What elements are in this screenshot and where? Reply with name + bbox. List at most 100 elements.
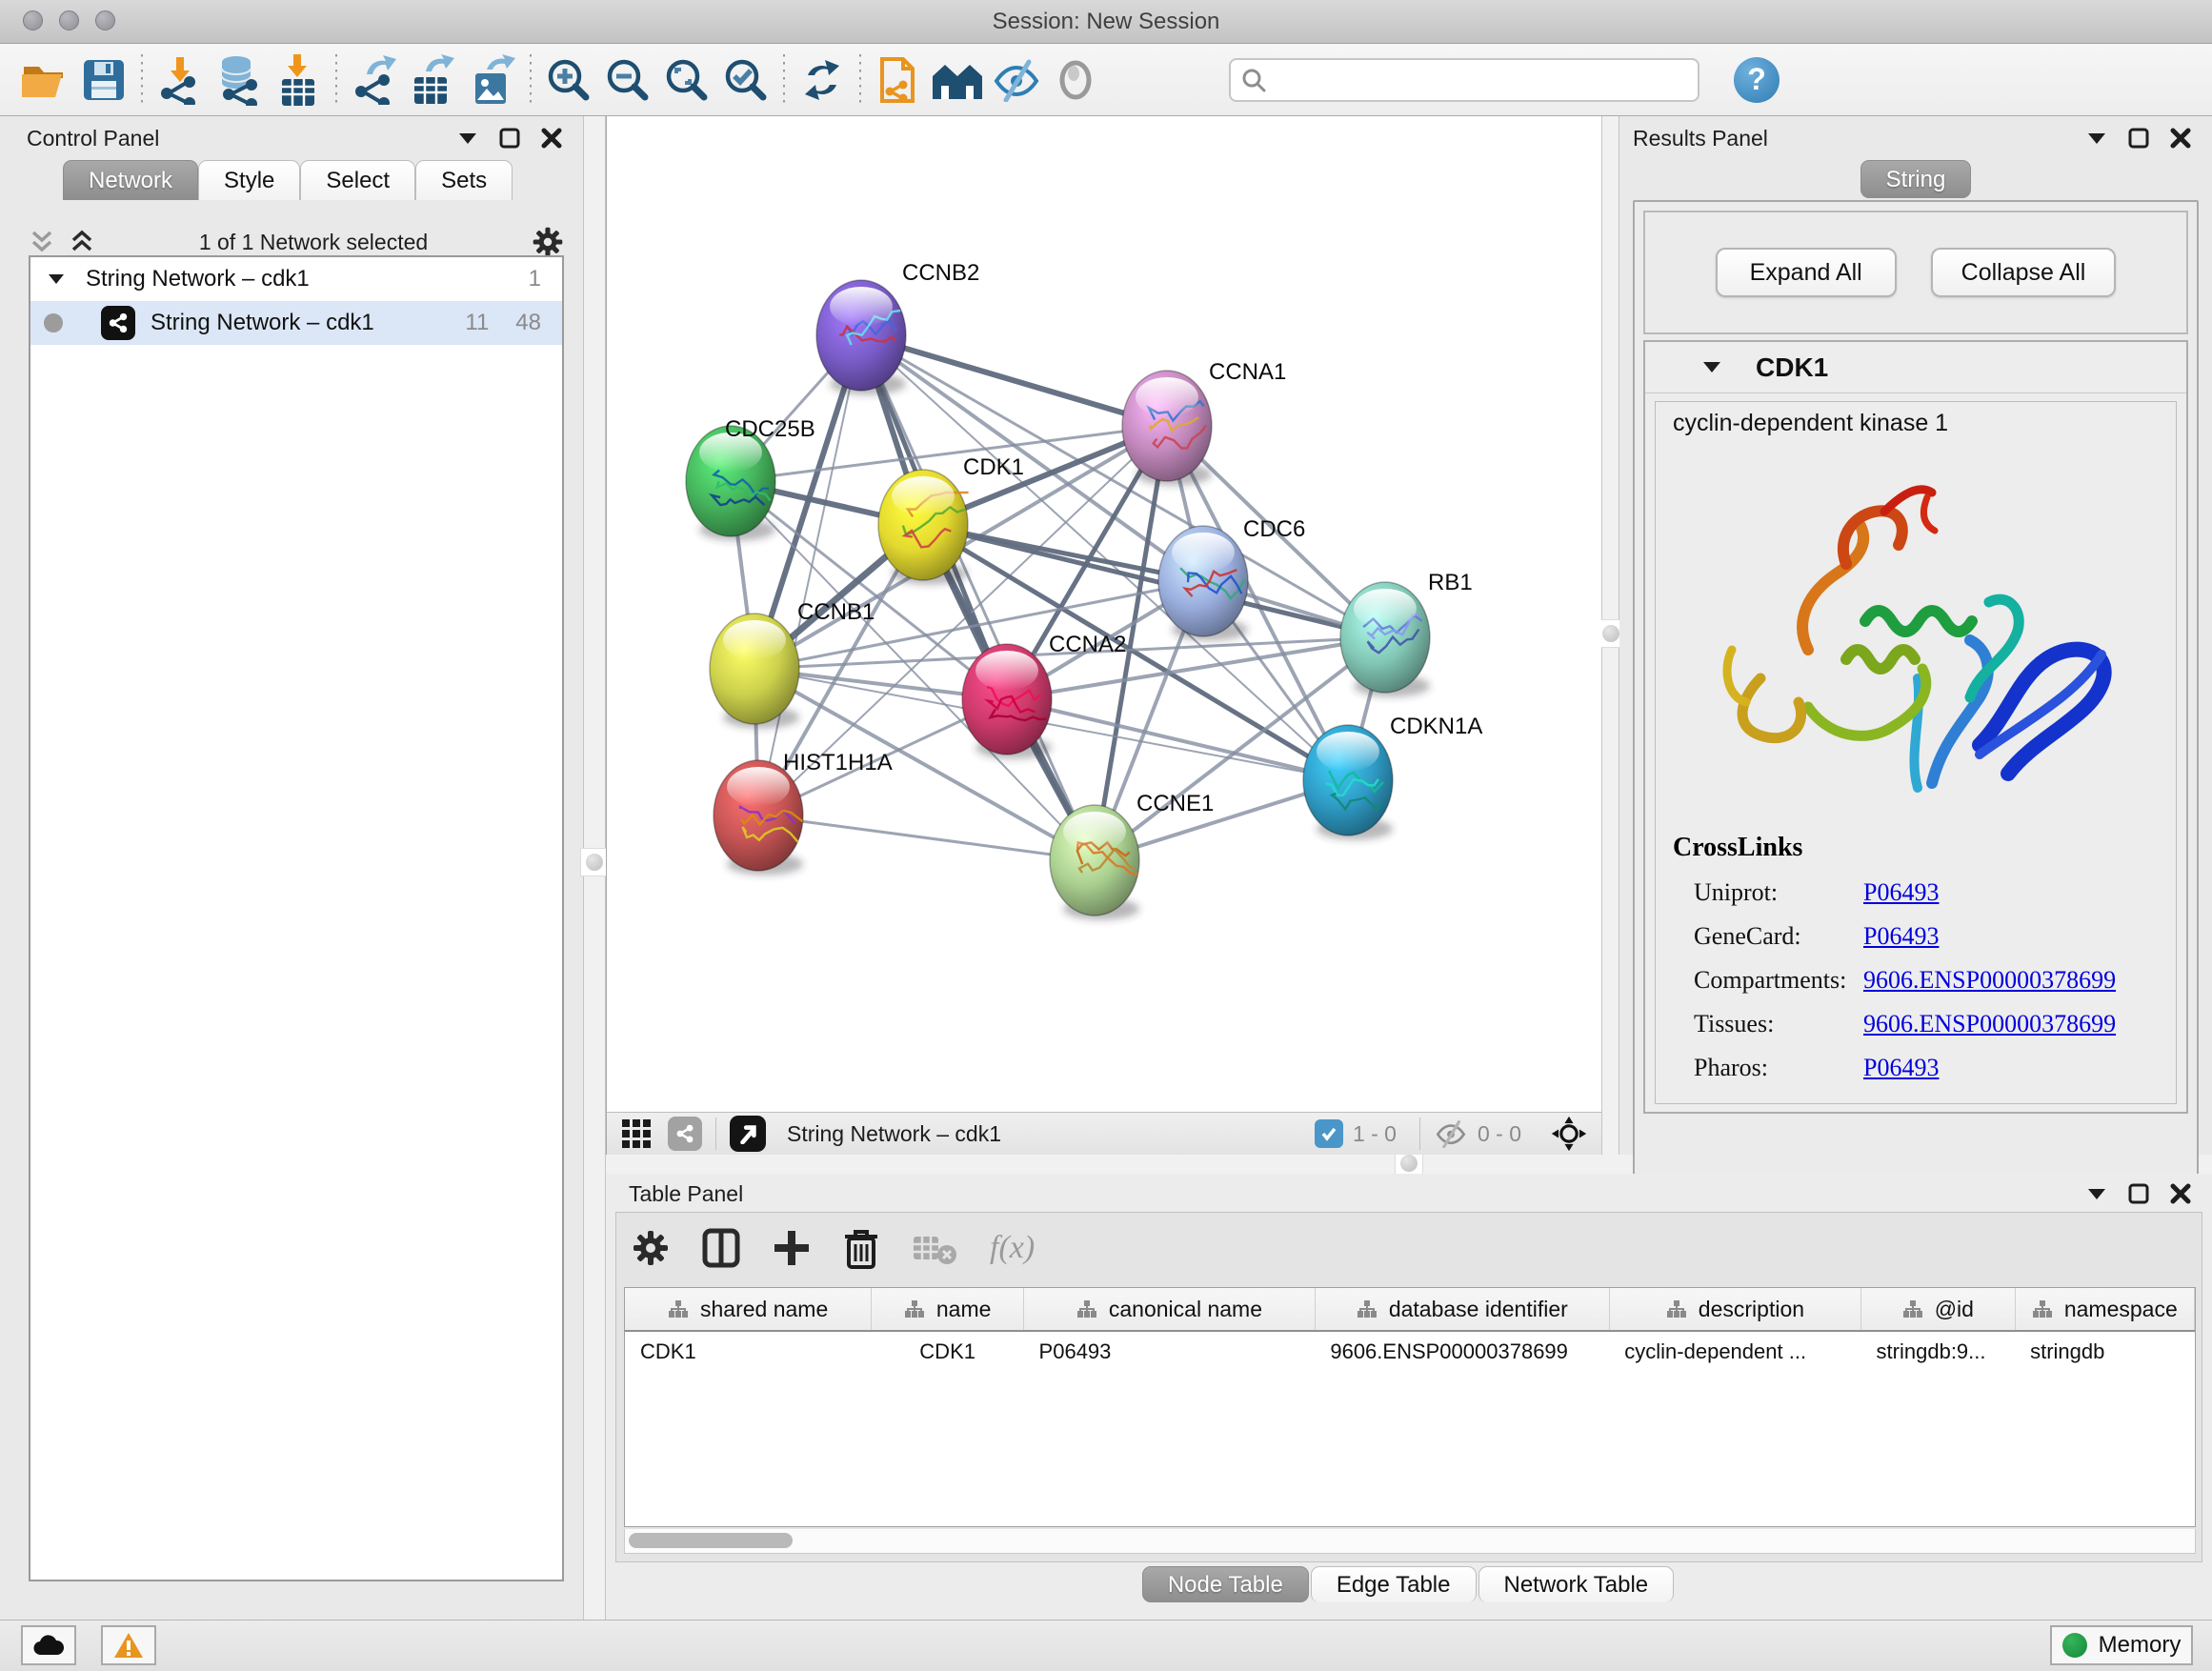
tab-node-table[interactable]: Node Table <box>1142 1566 1309 1602</box>
network-edge[interactable] <box>861 335 1095 860</box>
network-node-RB1[interactable]: RB1 <box>1340 570 1473 697</box>
zoom-selected-button[interactable] <box>716 53 775 107</box>
network-edge[interactable] <box>758 335 861 815</box>
add-column-icon[interactable] <box>773 1229 811 1267</box>
left-splitter-handle[interactable] <box>580 848 609 876</box>
zoom-out-button[interactable] <box>598 53 657 107</box>
close-panel-icon[interactable] <box>2170 1183 2191 1204</box>
crosslink-link[interactable]: P06493 <box>1863 922 1939 951</box>
close-panel-icon[interactable] <box>2170 128 2191 149</box>
tree-expand-icon[interactable] <box>48 273 65 285</box>
maximize-panel-icon[interactable] <box>2128 1183 2149 1204</box>
show-columns-icon[interactable] <box>702 1228 740 1268</box>
network-badge-gray[interactable] <box>668 1117 702 1151</box>
string-protocols-button[interactable] <box>869 53 928 107</box>
crosslink-link[interactable]: P06493 <box>1863 878 1939 907</box>
float-panel-icon[interactable] <box>457 131 478 145</box>
gene-header[interactable]: CDK1 <box>1645 342 2186 393</box>
help-button[interactable]: ? <box>1734 57 1780 103</box>
crosslink-link[interactable]: 9606.ENSP00000378699 <box>1863 966 2116 995</box>
table-row[interactable]: CDK1CDK1P064939606.ENSP00000378699cyclin… <box>625 1331 2195 1371</box>
tab-string-results[interactable]: String <box>1860 160 1972 198</box>
expand-all-icon[interactable] <box>69 230 95 254</box>
scrollbar-thumb[interactable] <box>629 1533 793 1548</box>
network-collection-row[interactable]: String Network – cdk1 1 <box>30 257 562 301</box>
import-network-database-button[interactable] <box>210 53 269 107</box>
expand-all-button[interactable]: Expand All <box>1716 248 1897 297</box>
table-cell[interactable]: 9606.ENSP00000378699 <box>1315 1331 1609 1371</box>
refresh-button[interactable] <box>793 53 852 107</box>
network-node-CCNE1[interactable]: CCNE1 <box>1050 791 1214 920</box>
network-canvas[interactable]: CCNB2CCNA1CDC25BCDK1CDC6RB1CCNB1CCNA2CDK… <box>607 116 1601 1112</box>
left-splitter[interactable] <box>583 116 606 1620</box>
network-edge[interactable] <box>861 335 1167 426</box>
crosslink-link[interactable]: 9606.ENSP00000378699 <box>1863 1010 2116 1038</box>
selected-nodes-checkbox[interactable] <box>1315 1119 1343 1148</box>
crosslink-link[interactable]: P06493 <box>1863 1054 1939 1082</box>
table-horizontal-scrollbar[interactable] <box>624 1529 2196 1554</box>
home-databases-button[interactable] <box>928 53 987 107</box>
column-header-description[interactable]: description <box>1609 1288 1860 1331</box>
collapse-all-button[interactable]: Collapse All <box>1931 248 2117 297</box>
network-node-CDK1[interactable]: CDK1 <box>878 454 1024 585</box>
tab-edge-table[interactable]: Edge Table <box>1311 1566 1477 1602</box>
column-header-namespace[interactable]: namespace <box>2015 1288 2194 1331</box>
float-panel-icon[interactable] <box>2086 1187 2107 1200</box>
column-header-canonical-name[interactable]: canonical name <box>1024 1288 1316 1331</box>
network-node-CCNA1[interactable]: CCNA1 <box>1122 359 1286 486</box>
grid-view-icon[interactable] <box>620 1117 653 1150</box>
warnings-button[interactable] <box>101 1625 156 1665</box>
table-options-gear-icon[interactable] <box>632 1229 670 1267</box>
collapse-all-icon[interactable] <box>29 230 55 254</box>
delete-trash-icon[interactable] <box>843 1227 879 1269</box>
column-header--id[interactable]: @id <box>1861 1288 2016 1331</box>
network-edge[interactable] <box>758 815 1095 860</box>
maximize-panel-icon[interactable] <box>499 128 520 149</box>
close-panel-icon[interactable] <box>541 128 562 149</box>
table-cell[interactable]: cyclin-dependent ... <box>1609 1331 1860 1371</box>
export-table-button[interactable] <box>404 53 463 107</box>
search-box[interactable] <box>1229 58 1699 102</box>
tab-select[interactable]: Select <box>300 160 415 200</box>
export-network-button[interactable] <box>345 53 404 107</box>
network-edge[interactable] <box>923 525 1385 637</box>
export-image-button[interactable] <box>463 53 522 107</box>
network-options-gear-icon[interactable] <box>532 226 564 258</box>
birds-eye-position-icon[interactable] <box>1550 1115 1588 1153</box>
zoom-in-button[interactable] <box>539 53 598 107</box>
right-splitter[interactable] <box>1601 116 1619 1155</box>
network-node-CCNA2[interactable]: CCNA2 <box>962 632 1126 759</box>
save-session-button[interactable] <box>74 53 133 107</box>
hide-glass-eye-button[interactable] <box>987 53 1046 107</box>
detach-view-button[interactable] <box>730 1116 766 1152</box>
table-cell[interactable]: stringdb:9... <box>1861 1331 2016 1371</box>
column-header-shared-name[interactable]: shared name <box>625 1288 872 1331</box>
node-table[interactable]: shared namenamecanonical namedatabase id… <box>624 1287 2196 1527</box>
column-header-database-identifier[interactable]: database identifier <box>1315 1288 1609 1331</box>
import-network-file-button[interactable] <box>151 53 210 107</box>
tab-style[interactable]: Style <box>198 160 300 200</box>
network-node-CCNB2[interactable]: CCNB2 <box>816 260 979 395</box>
network-node-CDC25B[interactable]: CDC25B <box>686 416 815 541</box>
import-table-button[interactable] <box>269 53 328 107</box>
cloud-status-button[interactable] <box>21 1625 76 1665</box>
collapse-gene-icon[interactable] <box>1702 361 1721 373</box>
tab-sets[interactable]: Sets <box>415 160 513 200</box>
fit-content-button[interactable] <box>657 53 716 107</box>
table-cell[interactable]: CDK1 <box>625 1331 872 1371</box>
show-glass-eye-button[interactable] <box>1046 53 1105 107</box>
open-session-button[interactable] <box>15 53 74 107</box>
table-cell[interactable]: CDK1 <box>872 1331 1024 1371</box>
network-node-CDKN1A[interactable]: CDKN1A <box>1303 714 1482 840</box>
search-input[interactable] <box>1267 68 1677 92</box>
network-node-HIST1H1A[interactable]: HIST1H1A <box>714 750 893 876</box>
column-header-name[interactable]: name <box>872 1288 1024 1331</box>
tab-network[interactable]: Network <box>63 160 198 200</box>
table-cell[interactable]: P06493 <box>1024 1331 1316 1371</box>
memory-button[interactable]: Memory <box>2050 1625 2193 1665</box>
maximize-panel-icon[interactable] <box>2128 128 2149 149</box>
tab-network-table[interactable]: Network Table <box>1478 1566 1675 1602</box>
network-row[interactable]: String Network – cdk1 11 48 <box>30 301 562 345</box>
float-panel-icon[interactable] <box>2086 131 2107 145</box>
table-cell[interactable]: stringdb <box>2015 1331 2194 1371</box>
